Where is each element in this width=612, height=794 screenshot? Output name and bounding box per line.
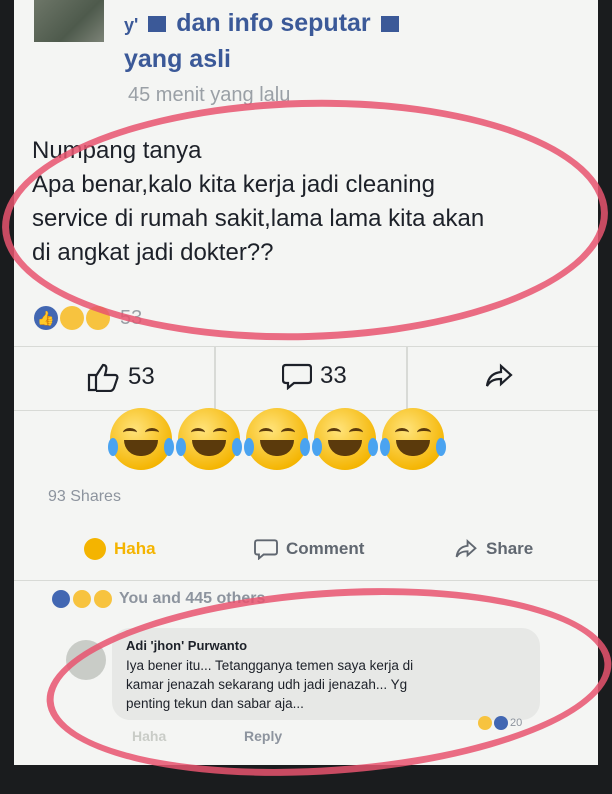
censor-block-icon [148, 16, 167, 33]
post-line: Numpang tanya [32, 137, 202, 164]
liked-by-summary[interactable]: You and 445 others [52, 590, 265, 608]
comment-reactions[interactable]: 20 [478, 716, 522, 730]
masked-name-icon: y' [124, 15, 139, 35]
comment-author[interactable]: Adi 'jhon' Purwanto [126, 638, 247, 653]
emoji-reply-row [108, 408, 446, 470]
divider [214, 346, 216, 410]
post-line: Apa benar,kalo kita kerja jadi cleaning [32, 171, 435, 198]
censor-block-icon [380, 16, 399, 33]
laughing-tears-emoji-icon [244, 408, 310, 470]
post-line: service di rumah sakit,lama lama kita ak… [32, 205, 485, 232]
comment-text: Iya bener itu... Tetangganya temen saya … [126, 656, 536, 713]
divider [14, 346, 598, 347]
group-name-part1: dan info seputar [176, 9, 371, 37]
like-reaction-icon [494, 716, 508, 730]
divider [14, 580, 598, 581]
group-avatar[interactable] [34, 0, 104, 42]
like-reaction-icon: 👍 [34, 306, 58, 330]
haha-reaction-icon [73, 590, 91, 608]
haha-button[interactable]: Haha [84, 538, 156, 560]
comment-bubble-icon [254, 539, 278, 560]
post-group-name[interactable]: y' dan info seputar yang asli [124, 6, 584, 76]
reply-link[interactable]: Reply [244, 728, 282, 744]
comment-reaction-count: 20 [510, 717, 523, 729]
share-button[interactable] [484, 362, 514, 390]
post-timestamp[interactable]: 45 menit yang lalu [128, 84, 290, 107]
comment-line: kamar jenazah sekarang udh jadi jenazah.… [126, 677, 408, 692]
shares-count[interactable]: 93 Shares [48, 488, 121, 506]
divider [406, 346, 408, 410]
laughing-tears-emoji-icon [380, 408, 446, 470]
like-count: 53 [128, 363, 155, 390]
comment-count: 33 [320, 362, 347, 389]
wow-reaction-icon [86, 306, 110, 330]
haha-reaction-icon [478, 716, 492, 730]
reaction-count: 53 [120, 306, 143, 329]
comment-line: Iya bener itu... Tetangganya temen saya … [126, 658, 414, 673]
like-button[interactable]: 53 [86, 362, 155, 392]
haha-reaction-icon [60, 306, 84, 330]
haha-emoji-icon [84, 538, 106, 560]
comment-haha-link[interactable]: Haha [132, 728, 166, 744]
like-reaction-icon [52, 590, 70, 608]
laughing-tears-emoji-icon [312, 408, 378, 470]
thumbs-up-icon [87, 363, 119, 392]
liked-by-text: You and 445 others [119, 590, 266, 607]
reaction-summary[interactable]: 👍 53 [34, 306, 142, 330]
share-action-button[interactable]: Share [454, 538, 533, 560]
haha-label: Haha [114, 539, 156, 558]
comment-label: Comment [286, 539, 365, 558]
comment-bubble-icon [282, 363, 312, 390]
wow-reaction-icon [94, 590, 112, 608]
comment-button[interactable]: Comment [254, 538, 364, 560]
laughing-tears-emoji-icon [176, 408, 242, 470]
group-name-part2: yang asli [124, 45, 231, 73]
post-text: Numpang tanya Apa benar,kalo kita kerja … [32, 134, 572, 270]
share-arrow-icon [485, 363, 513, 387]
post-line: di angkat jadi dokter?? [32, 239, 274, 266]
share-arrow-icon [455, 539, 477, 558]
comment-count-button[interactable]: 33 [282, 362, 347, 390]
share-label: Share [486, 539, 534, 558]
commenter-avatar[interactable] [66, 640, 106, 680]
laughing-tears-emoji-icon [108, 408, 174, 470]
comment-line: penting tekun dan sabar aja... [126, 696, 304, 711]
